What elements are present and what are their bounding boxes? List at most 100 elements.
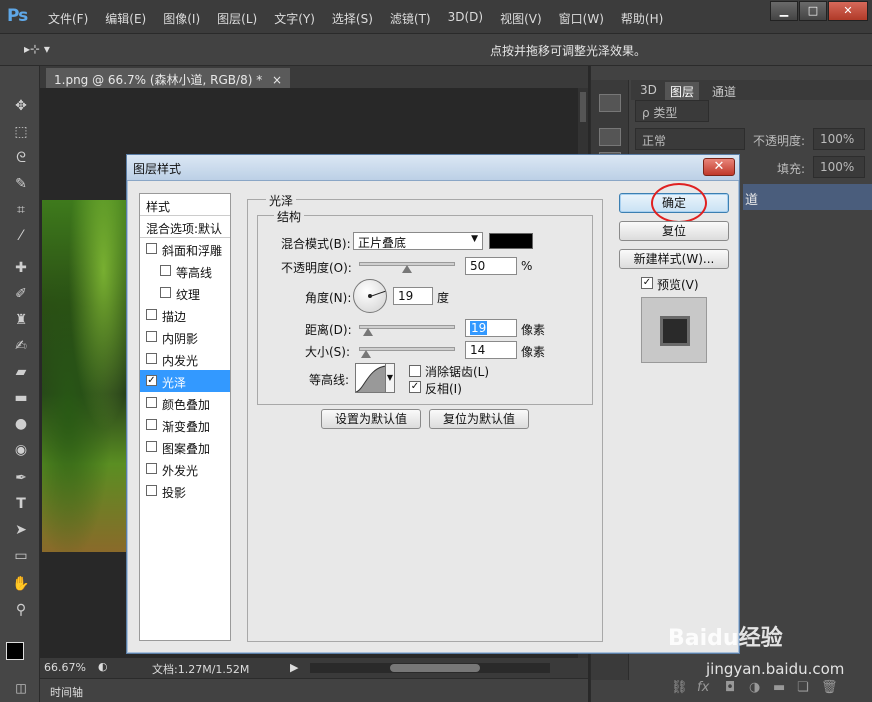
antialias-checkbox[interactable] (409, 365, 421, 377)
reset-default-button[interactable]: 复位为默认值 (429, 409, 529, 429)
menu-filter[interactable]: 滤镜(T) (390, 10, 431, 27)
menu-help[interactable]: 帮助(H) (621, 10, 663, 27)
group-folder-icon[interactable]: ▬ (773, 680, 785, 695)
style-item-checkbox[interactable]: ✓ (146, 375, 157, 386)
menu-3d[interactable]: 3D(D) (448, 10, 483, 27)
zoom-tool-icon[interactable]: ⚲ (10, 600, 32, 620)
style-item[interactable]: ✓ 光泽 (140, 370, 230, 392)
dodge-tool-icon[interactable]: ◉ (10, 440, 32, 460)
distance-slider-knob[interactable] (362, 328, 373, 336)
horizontal-scrollbar-thumb[interactable] (390, 664, 480, 672)
quick-mask-icon[interactable]: ◫ (10, 678, 32, 698)
style-item-checkbox[interactable] (160, 287, 171, 298)
distance-slider[interactable] (359, 325, 455, 336)
style-item[interactable]: 内发光 (140, 348, 230, 370)
trash-icon[interactable]: 🗑 (821, 680, 838, 695)
style-item[interactable]: 内阴影 (140, 326, 230, 348)
eyedropper-tool-icon[interactable]: ⁄ (10, 226, 32, 246)
new-layer-icon[interactable]: ❏ (797, 680, 809, 695)
selected-layer-row[interactable]: 道 (743, 184, 872, 210)
quick-select-tool-icon[interactable]: ✎ (10, 174, 32, 194)
styles-header[interactable]: 样式 (140, 194, 230, 216)
tab-layers[interactable]: 图层 (665, 82, 700, 100)
history-brush-tool-icon[interactable]: ✍ (10, 336, 32, 356)
close-window-button[interactable]: ✕ (828, 1, 868, 21)
size-input[interactable]: 14 (465, 341, 517, 359)
distance-input[interactable]: 19 (465, 319, 517, 337)
brush-tool-icon[interactable]: ✐ (10, 284, 32, 304)
satin-color-swatch[interactable] (489, 233, 533, 249)
hand-tool-icon[interactable]: ✋ (10, 574, 32, 594)
eraser-tool-icon[interactable]: ▰ (10, 362, 32, 382)
style-item-checkbox[interactable] (160, 265, 171, 276)
menu-layer[interactable]: 图层(L) (217, 10, 257, 27)
contour-preview[interactable] (355, 363, 387, 393)
angle-input[interactable]: 19 (393, 287, 433, 305)
style-item[interactable]: 渐变叠加 (140, 414, 230, 436)
fx-icon[interactable]: fx (697, 680, 709, 695)
lasso-tool-icon[interactable]: ᘓ (10, 148, 32, 168)
style-item-checkbox[interactable] (146, 243, 157, 254)
dialog-title-bar[interactable]: 图层样式 ✕ (127, 155, 739, 181)
style-item-checkbox[interactable] (146, 353, 157, 364)
reset-button[interactable]: 复位 (619, 221, 729, 241)
layer-opacity-input[interactable]: 100% (813, 128, 865, 150)
style-item[interactable]: 纹理 (140, 282, 230, 304)
timeline-tab[interactable]: 时间轴 (50, 684, 83, 700)
pen-tool-icon[interactable]: ✒ (10, 468, 32, 488)
menu-select[interactable]: 选择(S) (332, 10, 373, 27)
restore-button[interactable]: □ (799, 1, 827, 21)
preview-checkbox[interactable]: ✓ (641, 277, 653, 289)
style-item[interactable]: 颜色叠加 (140, 392, 230, 414)
size-slider-knob[interactable] (360, 350, 371, 358)
set-default-button[interactable]: 设置为默认值 (321, 409, 421, 429)
status-arrow-icon[interactable]: ▶ (290, 661, 298, 674)
menu-edit[interactable]: 编辑(E) (105, 10, 146, 27)
style-item[interactable]: 投影 (140, 480, 230, 502)
move-tool-preset[interactable]: ▸⊹ ▾ (24, 42, 50, 56)
tab-3d[interactable]: 3D (635, 82, 662, 100)
canvas-horizontal-scrollbar[interactable] (310, 663, 550, 673)
style-item-checkbox[interactable] (146, 309, 157, 320)
style-item[interactable]: 描边 (140, 304, 230, 326)
crop-tool-icon[interactable]: ⌗ (10, 200, 32, 220)
layer-fill-input[interactable]: 100% (813, 156, 865, 178)
shape-tool-icon[interactable]: ▭ (10, 546, 32, 566)
new-style-button[interactable]: 新建样式(W)... (619, 249, 729, 269)
style-item[interactable]: 外发光 (140, 458, 230, 480)
blend-mode-select[interactable]: 正片叠底 ▼ (353, 232, 483, 250)
menu-file[interactable]: 文件(F) (48, 10, 88, 27)
zoom-level[interactable]: 66.67% (44, 661, 86, 674)
blur-tool-icon[interactable]: ● (10, 414, 32, 434)
style-item-checkbox[interactable] (146, 419, 157, 430)
path-select-tool-icon[interactable]: ➤ (10, 520, 32, 540)
minimize-button[interactable]: ▁ (770, 1, 798, 21)
histogram-panel-icon[interactable] (599, 94, 621, 112)
link-layers-icon[interactable]: ⛓ (671, 680, 688, 695)
blend-options-item[interactable]: 混合选项:默认 (140, 216, 230, 238)
status-menu-icon[interactable]: ◐ (98, 660, 108, 673)
scrollbar-thumb[interactable] (580, 92, 586, 122)
tab-channels[interactable]: 通道 (707, 82, 741, 100)
opacity-input[interactable]: 50 (465, 257, 517, 275)
menu-window[interactable]: 窗口(W) (559, 10, 604, 27)
stamp-tool-icon[interactable]: ♜ (10, 310, 32, 330)
style-item[interactable]: 等高线 (140, 260, 230, 282)
style-item[interactable]: 图案叠加 (140, 436, 230, 458)
menu-type[interactable]: 文字(Y) (274, 10, 315, 27)
invert-checkbox[interactable]: ✓ (409, 381, 421, 393)
style-item-checkbox[interactable] (146, 397, 157, 408)
mask-icon[interactable]: ◘ (725, 680, 735, 695)
opacity-slider-knob[interactable] (402, 265, 412, 273)
close-tab-icon[interactable]: × (272, 73, 282, 87)
opacity-slider[interactable] (359, 262, 455, 273)
style-item-checkbox[interactable] (146, 485, 157, 496)
menu-image[interactable]: 图像(I) (163, 10, 200, 27)
style-item[interactable]: 斜面和浮雕 (140, 238, 230, 260)
angle-dial[interactable] (353, 279, 387, 313)
layer-filter-select[interactable]: ρ 类型 (635, 100, 709, 122)
type-tool-icon[interactable]: T (10, 494, 32, 514)
healing-brush-tool-icon[interactable]: ✚ (10, 258, 32, 278)
style-item-checkbox[interactable] (146, 331, 157, 342)
move-tool-icon[interactable]: ✥ (10, 96, 32, 116)
